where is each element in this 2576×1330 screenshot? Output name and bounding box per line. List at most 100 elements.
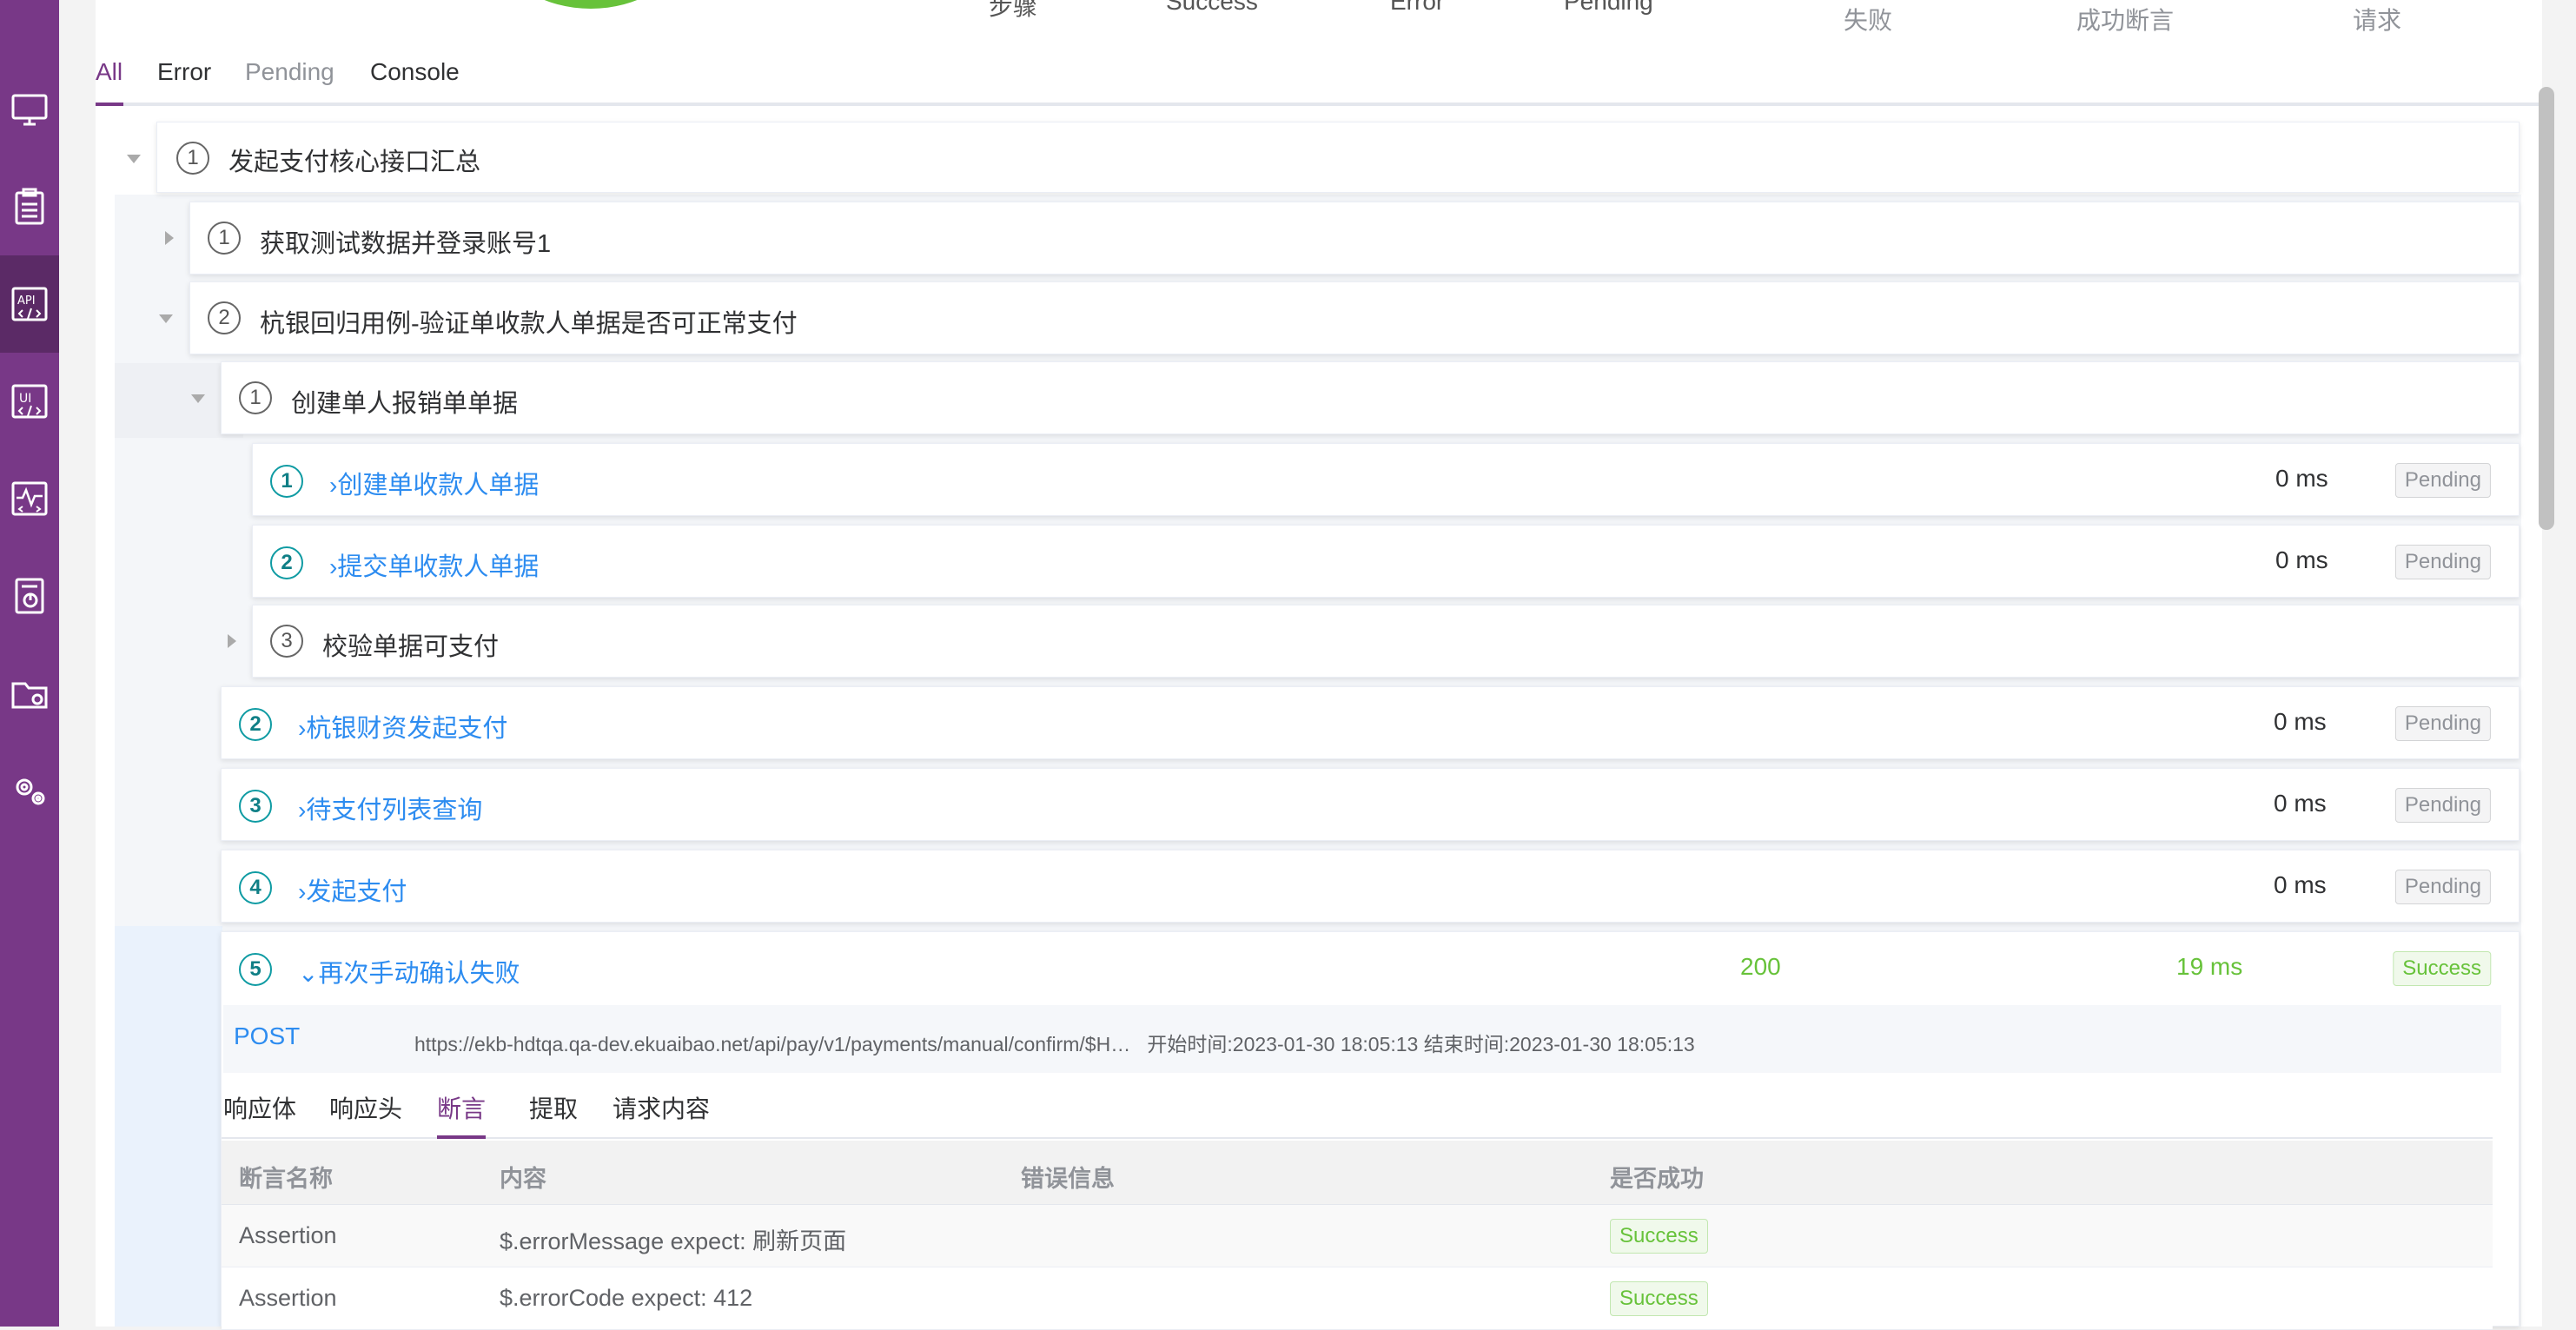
performance-icon[interactable] (0, 450, 59, 547)
tab-request-content[interactable]: 请求内容 (613, 1090, 710, 1125)
status-badge: Pending (2394, 706, 2491, 741)
column-header: 内容 (500, 1166, 546, 1192)
chevron-right-icon: › (329, 553, 338, 580)
status-badge: Success (2393, 951, 2491, 986)
summary-label: Error (1390, 0, 1445, 15)
api-request-row[interactable]: 2 ›杭银财资发起支付 0 ms Pending (221, 686, 2520, 759)
start-time: 2023-01-30 18:05:13 (1232, 1033, 1419, 1055)
vertical-scrollbar[interactable] (2539, 87, 2554, 530)
expand-icon[interactable] (165, 231, 174, 245)
tree-node-step[interactable]: 3 校验单据可支付 (252, 605, 2520, 678)
step-number: 4 (239, 871, 272, 904)
assertion-name: Assertion (239, 1285, 337, 1311)
expand-icon[interactable] (228, 634, 236, 648)
tab-assertions[interactable]: 断言 (437, 1090, 486, 1125)
chevron-right-icon: › (329, 472, 338, 499)
step-title: 获取测试数据并登录账号1 (260, 230, 552, 258)
tree-node-root[interactable]: 1 发起支付核心接口汇总 (156, 122, 2520, 193)
status-badge: Success (1610, 1219, 1708, 1254)
start-time-label: 开始时间: (1147, 1033, 1233, 1055)
assertion-name: Assertion (239, 1222, 337, 1248)
duration: 0 ms (2275, 546, 2328, 573)
tab-all[interactable]: All (96, 56, 123, 89)
api-request-row[interactable]: 3 ›待支付列表查询 0 ms Pending (221, 768, 2520, 841)
step-number: 2 (270, 546, 303, 579)
assertion-content: $.errorMessage expect: 刷新页面 (500, 1228, 847, 1254)
tab-response-headers[interactable]: 响应头 (329, 1090, 402, 1125)
tab-console[interactable]: Console (370, 56, 460, 89)
tab-ink-bar (96, 103, 123, 106)
table-row[interactable]: Assertion $.errorMessage expect: 刷新页面 Su… (222, 1205, 2493, 1267)
chevron-right-icon: › (298, 878, 307, 905)
summary-label: Pending (1564, 0, 1653, 15)
svg-text:API: API (17, 294, 36, 308)
step-title: 校验单据可支付 (322, 633, 500, 661)
collapse-icon[interactable] (159, 314, 173, 323)
tree-node-step[interactable]: 1 获取测试数据并登录账号1 (189, 202, 2520, 275)
summary-label: 失败 (1844, 7, 1893, 34)
chevron-right-icon: › (298, 797, 307, 824)
status-badge: Pending (2394, 870, 2491, 904)
step-number: 2 (208, 301, 241, 334)
tab-pending[interactable]: Pending (245, 56, 334, 89)
tabs-divider (222, 1137, 2493, 1139)
summary-chart-ring (504, 0, 678, 9)
tab-error[interactable]: Error (157, 56, 211, 89)
http-method: POST (234, 1022, 301, 1049)
monitor-icon[interactable] (0, 61, 59, 158)
api-title: ›杭银财资发起支付 (298, 715, 508, 743)
tree-node-step[interactable]: 2 杭银回归用例-验证单收款人单据是否可正常支付 (189, 281, 2520, 354)
api-request-row-expanded: 5 ⌄再次手动确认失败 200 19 ms Success POST https… (221, 931, 2520, 1330)
request-url[interactable]: https://ekb-hdtqa.qa-dev.ekuaibao.net/ap… (414, 1028, 1695, 1057)
clipboard-icon[interactable] (0, 158, 59, 255)
response-code: 200 (1740, 953, 1781, 980)
table-header: 断言名称 内容 错误信息 是否成功 (222, 1141, 2493, 1205)
status-badge: Pending (2394, 463, 2491, 498)
tab-ink-bar (437, 1135, 486, 1139)
column-header: 是否成功 (1610, 1166, 1704, 1192)
assertions-table: 断言名称 内容 错误信息 是否成功 Assertion $.errorMessa… (222, 1141, 2493, 1330)
tree-node-step[interactable]: 1 创建单人报销单单据 (221, 361, 2520, 434)
tree-indent-active (115, 926, 222, 1327)
duration: 19 ms (2176, 953, 2243, 980)
api-title: ›提交单收款人单据 (329, 553, 540, 581)
ui-icon[interactable]: UI (0, 353, 59, 450)
settings-icon[interactable] (0, 742, 59, 839)
table-row[interactable]: Assertion $.errorCode expect: 412 Succes… (222, 1267, 2493, 1330)
step-title: 发起支付核心接口汇总 (228, 149, 481, 176)
end-time: 2023-01-30 18:05:13 (1509, 1033, 1695, 1055)
duration: 0 ms (2274, 708, 2327, 735)
step-number: 3 (239, 790, 272, 823)
assertion-content: $.errorCode expect: 412 (500, 1285, 753, 1311)
api-icon[interactable]: API (0, 255, 59, 353)
step-number: 1 (239, 381, 272, 414)
report-panel: 步骤 Success Error Pending 失败 成功断言 请求 All … (96, 0, 2542, 1330)
api-title: ›发起支付 (298, 878, 407, 906)
chevron-down-icon: ⌄ (298, 960, 319, 987)
report-icon[interactable] (0, 547, 59, 645)
api-title: ›待支付列表查询 (298, 797, 483, 824)
step-title: 杭银回归用例-验证单收款人单据是否可正常支付 (260, 310, 798, 338)
tab-response-body[interactable]: 响应体 (223, 1090, 296, 1125)
api-title: ⌄再次手动确认失败 (298, 960, 520, 988)
step-number: 1 (208, 222, 241, 255)
folder-icon[interactable] (0, 645, 59, 742)
api-title: ›创建单收款人单据 (329, 472, 540, 500)
summary-label: 请求 (2353, 7, 2402, 34)
step-number: 1 (176, 142, 209, 175)
collapse-icon[interactable] (191, 394, 205, 403)
api-request-row[interactable]: 2 ›提交单收款人单据 0 ms Pending (252, 525, 2520, 598)
summary-label: Success (1166, 0, 1258, 15)
request-info: POST https://ekb-hdtqa.qa-dev.ekuaibao.n… (223, 1005, 2501, 1073)
step-number: 1 (270, 465, 303, 498)
api-request-row[interactable]: 1 ›创建单收款人单据 0 ms Pending (252, 443, 2520, 516)
step-number: 2 (239, 708, 272, 741)
column-header: 断言名称 (239, 1166, 333, 1192)
collapse-icon[interactable] (127, 155, 141, 163)
chevron-right-icon: › (298, 715, 307, 742)
api-request-row[interactable]: 4 ›发起支付 0 ms Pending (221, 850, 2520, 923)
duration: 0 ms (2274, 871, 2327, 898)
tab-extract[interactable]: 提取 (529, 1090, 578, 1125)
duration: 0 ms (2275, 465, 2328, 492)
api-request-header[interactable]: 5 ⌄再次手动确认失败 200 19 ms Success (222, 932, 2520, 1005)
